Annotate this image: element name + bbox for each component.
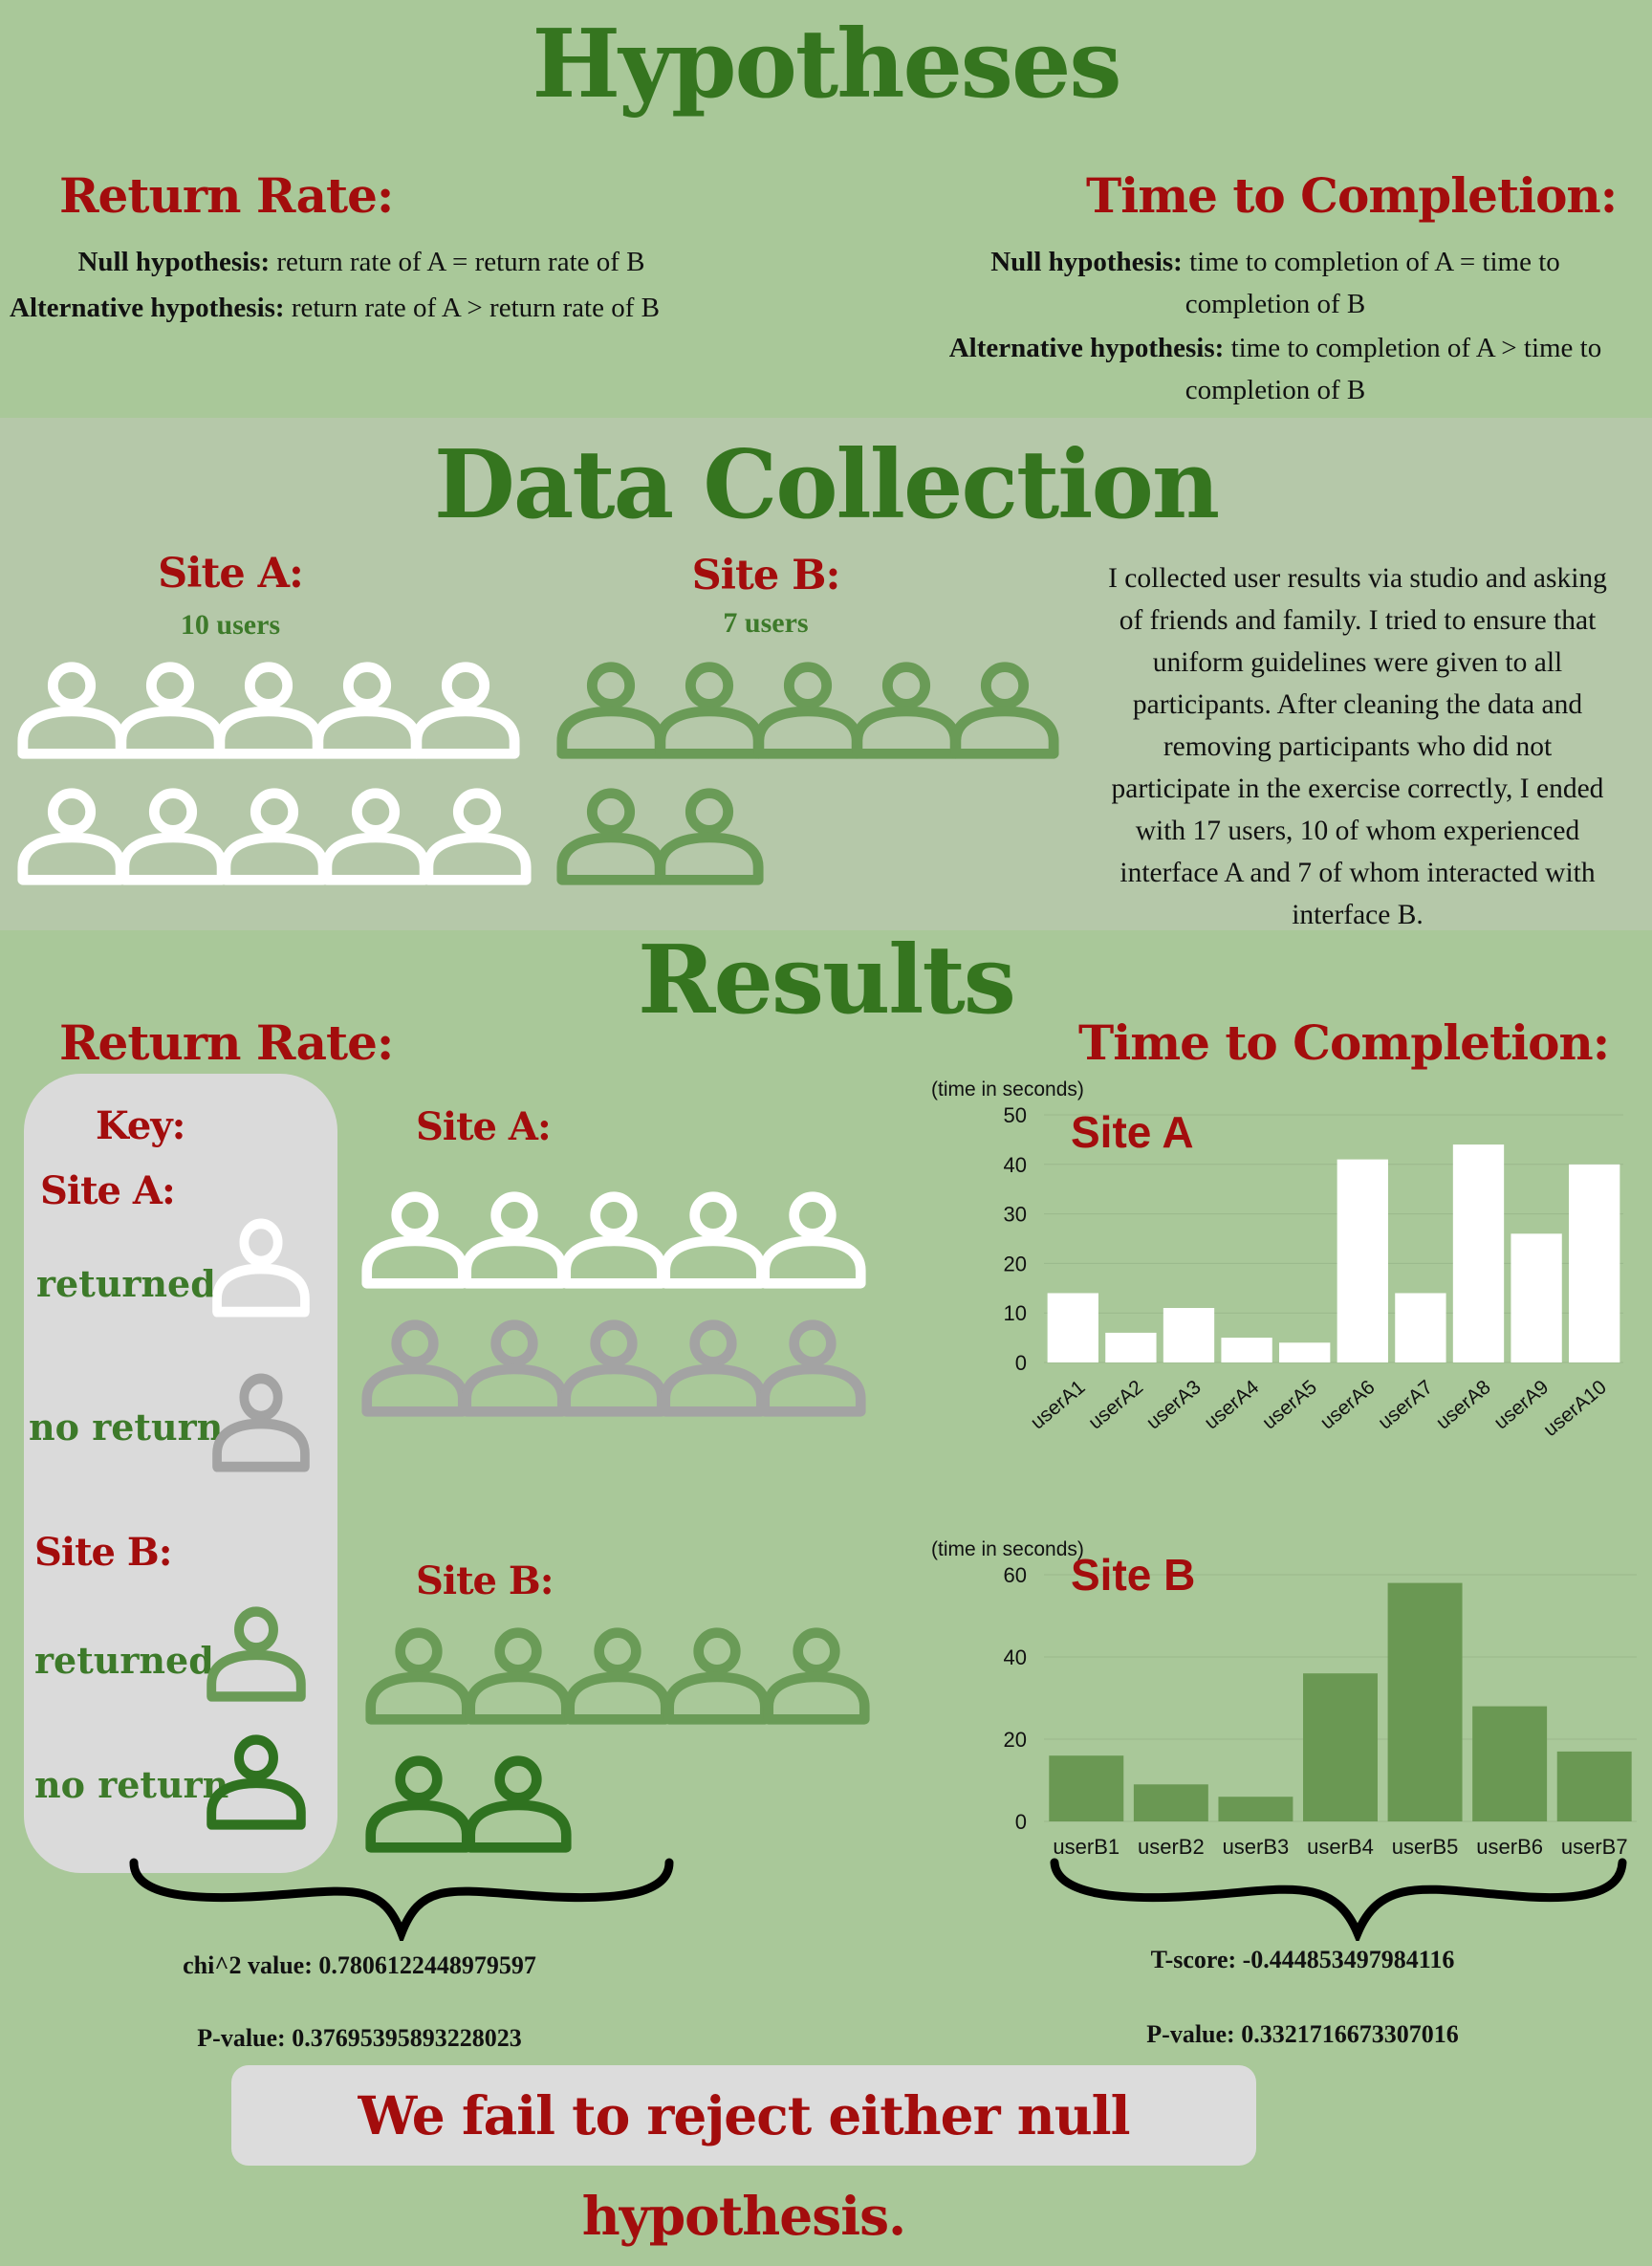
brace-icon [129, 1858, 674, 1941]
x-tick-label: userA2 [1084, 1376, 1147, 1433]
bar [1569, 1164, 1620, 1362]
x-tick-label: userB3 [1223, 1835, 1290, 1859]
x-tick-label: userB6 [1476, 1835, 1543, 1859]
y-tick-label: 0 [1015, 1810, 1027, 1834]
chart-title: Site B [1071, 1550, 1195, 1600]
y-tick-label: 20 [1004, 1728, 1027, 1752]
paragraph-line: participate in the exercise correctly, I… [1111, 773, 1604, 804]
x-tick-label: userB2 [1138, 1835, 1205, 1859]
hypotheses-title: Hypotheses [532, 10, 1122, 120]
verdict-text: We fail to reject either null hypothesis… [358, 2084, 1131, 2247]
ttc-heading: Time to Completion: [1086, 167, 1618, 224]
site-a-time-chart: (time in seconds) 0 10 20 30 40 50 userA1userA2… [931, 1079, 1623, 1441]
ttc-alt-text-2: completion of B [1185, 375, 1366, 405]
site-a-label: Site A: [158, 550, 304, 598]
x-tick-label: userA1 [1027, 1376, 1090, 1433]
bar [1395, 1293, 1446, 1362]
paragraph-line: removing participants who did not [1163, 731, 1553, 762]
bar [1472, 1706, 1548, 1821]
site-b-label: Site B: [691, 552, 841, 599]
site-a-users: 10 users [180, 609, 281, 641]
paragraph-line: of friends and family. I tried to ensure… [1119, 605, 1597, 636]
bar [1511, 1233, 1562, 1362]
null-label: Null hypothesis: [77, 247, 271, 277]
x-tick-label: userA4 [1201, 1376, 1264, 1434]
alt-label: Alternative hypothesis: [10, 293, 285, 323]
y-tick-label: 0 [1015, 1351, 1027, 1375]
site-b-users: 7 users [723, 607, 809, 639]
bar [1279, 1342, 1331, 1362]
y-tick-label: 30 [1004, 1203, 1027, 1227]
bar [1387, 1582, 1463, 1821]
chi-p-value: P-value: 0.37695395893228023 [197, 2024, 522, 2052]
chi-square-value: chi^2 value: 0.7806122448979597 [183, 1951, 536, 1979]
ttc-alt-text-1: time to completion of A > time to [1224, 333, 1602, 363]
y-axis-label: (time in seconds) [931, 1079, 1084, 1100]
ttc-alt-label: Alternative hypothesis: [948, 333, 1225, 363]
bar [1337, 1159, 1388, 1362]
ttc-null-text-1: time to completion of A = time to [1182, 247, 1560, 277]
null-text: return rate of A = return rate of B [270, 247, 645, 277]
bar [1133, 1784, 1208, 1821]
x-tick-label: userB1 [1053, 1835, 1119, 1859]
key-a-returned: returned [36, 1262, 216, 1305]
results-return-rate-heading: Return Rate: [59, 1014, 394, 1071]
key-a-no-return: no return [29, 1405, 224, 1449]
y-axis-label: (time in seconds) [931, 1538, 1084, 1560]
bar [1049, 1755, 1124, 1821]
paragraph-line: with 17 users, 10 of whom experienced [1135, 816, 1580, 846]
bar [1163, 1308, 1215, 1362]
data-collection-title: Data Collection [433, 430, 1220, 540]
t-score-value: T-score: -0.444853497984116 [1150, 1946, 1455, 1973]
paragraph-line: participants. After cleaning the data an… [1132, 689, 1583, 720]
y-tick-label: 50 [1004, 1103, 1027, 1127]
results-site-a-label: Site A: [416, 1104, 552, 1149]
key-b-no-return: no return [34, 1763, 229, 1806]
x-tick-label: userB5 [1392, 1835, 1459, 1859]
y-tick-label: 20 [1004, 1252, 1027, 1275]
x-tick-label: userA8 [1432, 1376, 1495, 1433]
bar [1556, 1751, 1632, 1821]
x-tick-label: userA7 [1374, 1376, 1437, 1433]
return-alt-hypothesis: Alternative hypothesis: return rate of A… [10, 287, 660, 329]
t-p-value: P-value: 0.3321716673307016 [1146, 2020, 1459, 2048]
chart-title: Site A [1071, 1107, 1194, 1157]
key-site-a: Site A: [40, 1168, 176, 1213]
alt-text: return rate of A > return rate of B [284, 293, 660, 323]
results-site-b-label: Site B: [416, 1558, 554, 1603]
y-tick-label: 40 [1004, 1645, 1027, 1669]
x-tick-label: userA10 [1539, 1376, 1611, 1441]
site-b-time-chart: (time in seconds) 0 20 40 60 userB1 userB2 user… [931, 1538, 1637, 1859]
bar [1105, 1332, 1157, 1362]
paragraph-line: interface A and 7 of whom interacted wit… [1119, 858, 1596, 888]
bar [1303, 1673, 1378, 1821]
ttc-alt-hypothesis: Alternative hypothesis: time to completi… [899, 327, 1652, 411]
x-tick-label: userA3 [1142, 1376, 1206, 1433]
y-tick-label: 60 [1004, 1563, 1027, 1587]
results-ttc-heading: Time to Completion: [1078, 1014, 1610, 1071]
key-title: Key: [96, 1103, 185, 1148]
x-tick-label: userA5 [1258, 1376, 1321, 1433]
ttc-null-hypothesis: Null hypothesis: time to completion of A… [899, 241, 1652, 325]
key-b-returned: returned [34, 1639, 214, 1682]
bar [1221, 1338, 1272, 1362]
y-tick-label: 40 [1004, 1153, 1027, 1177]
ttc-null-label: Null hypothesis: [990, 247, 1183, 277]
bar [1047, 1293, 1098, 1362]
return-null-hypothesis: Null hypothesis: return rate of A = retu… [0, 241, 935, 283]
x-tick-label: userB7 [1561, 1835, 1628, 1859]
bar [1218, 1797, 1293, 1821]
x-tick-label: userA6 [1316, 1376, 1380, 1433]
x-tick-label: userB4 [1307, 1835, 1374, 1859]
y-tick-label: 10 [1004, 1301, 1027, 1325]
return-rate-heading: Return Rate: [59, 167, 394, 224]
paragraph-line: I collected user results via studio and … [1108, 563, 1607, 594]
paragraph-line: uniform guidelines were given to all [1152, 647, 1563, 678]
key-site-b: Site B: [34, 1530, 173, 1575]
bar [1452, 1144, 1505, 1362]
ttc-null-text-2: completion of B [1185, 289, 1366, 319]
data-collection-paragraph: I collected user results via studio and … [1061, 557, 1652, 936]
